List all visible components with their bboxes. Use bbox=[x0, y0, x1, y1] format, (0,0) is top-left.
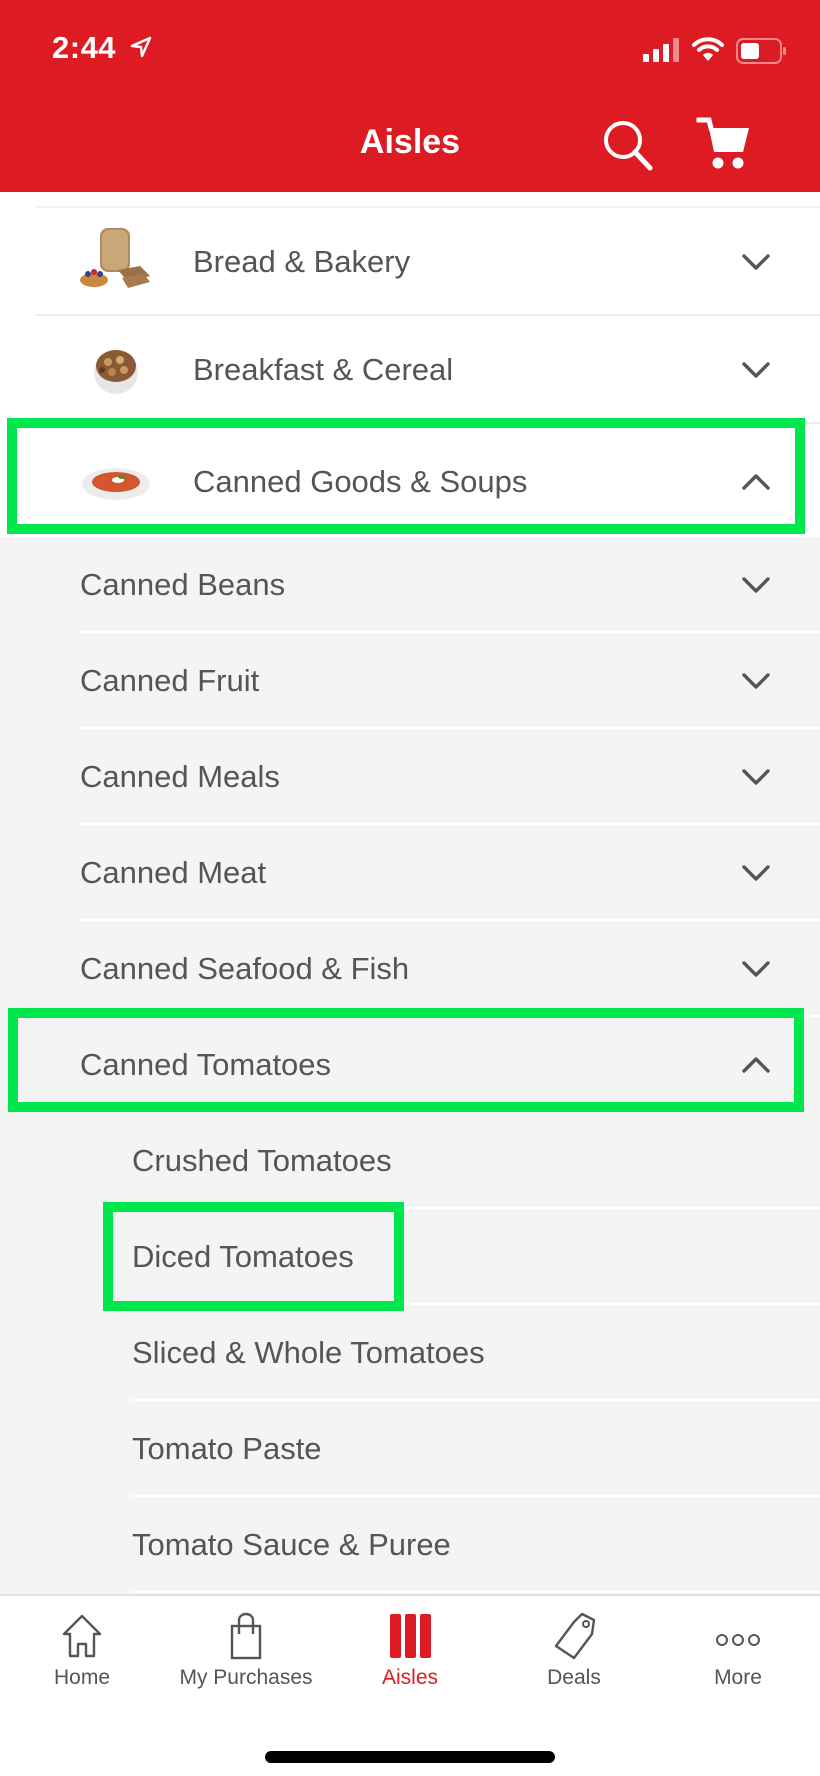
chevron-down-icon bbox=[742, 362, 770, 378]
subcategory-row[interactable]: Canned Seafood & Fish bbox=[0, 921, 820, 1017]
location-arrow-icon bbox=[130, 36, 152, 58]
category-label: Bread & Bakery bbox=[193, 244, 411, 279]
leaf-item[interactable]: Crushed Tomatoes bbox=[0, 1113, 820, 1209]
signal-icon bbox=[643, 38, 679, 62]
leaf-label: Tomato Sauce & Puree bbox=[132, 1527, 451, 1562]
search-icon bbox=[604, 121, 653, 171]
shopping-bag-icon bbox=[230, 1612, 262, 1660]
subcategory-row[interactable]: Canned Beans bbox=[0, 537, 820, 633]
wifi-icon bbox=[692, 37, 724, 61]
leaf-label: Sliced & Whole Tomatoes bbox=[132, 1335, 485, 1370]
subcategory-label: Canned Tomatoes bbox=[80, 1047, 332, 1082]
home-indicator[interactable] bbox=[265, 1751, 555, 1763]
category-label: Breakfast & Cereal bbox=[193, 352, 454, 387]
tab-deals[interactable]: Deals bbox=[492, 1610, 656, 1700]
tab-aisles[interactable]: Aisles bbox=[328, 1610, 492, 1700]
leaf-label: Diced Tomatoes bbox=[132, 1239, 354, 1274]
cereal-thumbnail bbox=[94, 350, 138, 394]
leaf-label: Tomato Paste bbox=[132, 1431, 322, 1466]
app-header: 2:44 Aisles bbox=[0, 0, 820, 192]
tab-label: Home bbox=[53, 1666, 111, 1689]
subcategory-row-expanded[interactable]: Canned Tomatoes bbox=[0, 1017, 820, 1113]
subcategory-row[interactable]: Canned Meat bbox=[0, 825, 820, 921]
subcategory-list: Canned Beans Canned Fruit Canned Meals C… bbox=[0, 537, 820, 1594]
category-row[interactable]: Breakfast & Cereal bbox=[0, 316, 820, 424]
chevron-up-icon bbox=[742, 474, 770, 490]
category-row[interactable]: Bread & Bakery bbox=[0, 208, 820, 316]
chevron-up-icon bbox=[742, 1057, 770, 1073]
divider bbox=[132, 1591, 820, 1593]
tab-label: Aisles bbox=[381, 1666, 439, 1689]
tab-bar: Home My Purchases Aisles Deals More bbox=[0, 1594, 820, 1776]
tab-label: My Purchases bbox=[179, 1666, 313, 1689]
battery-icon bbox=[736, 38, 786, 64]
tab-home[interactable]: Home bbox=[0, 1610, 164, 1700]
chevron-down-icon bbox=[742, 577, 770, 593]
chevron-down-icon bbox=[742, 673, 770, 689]
aisles-list[interactable]: Bread & Bakery Breakfast & Cereal Canned… bbox=[0, 192, 820, 1594]
chevron-down-icon bbox=[742, 254, 770, 270]
search-button[interactable] bbox=[600, 117, 656, 173]
subcategory-label: Canned Beans bbox=[80, 567, 286, 602]
subcategory-row[interactable]: Canned Fruit bbox=[0, 633, 820, 729]
soup-thumbnail bbox=[82, 468, 150, 500]
status-time: 2:44 bbox=[52, 30, 117, 65]
bread-thumbnail bbox=[80, 228, 150, 288]
subcategory-label: Canned Seafood & Fish bbox=[80, 951, 410, 986]
chevron-down-icon bbox=[742, 769, 770, 785]
tab-label: Deals bbox=[547, 1666, 601, 1689]
tab-label: More bbox=[714, 1666, 762, 1689]
leaf-label: Crushed Tomatoes bbox=[132, 1143, 392, 1178]
subcategory-label: Canned Meals bbox=[80, 759, 280, 794]
tag-icon bbox=[554, 1612, 596, 1660]
leaf-item[interactable]: Diced Tomatoes bbox=[0, 1209, 820, 1305]
chevron-down-icon bbox=[742, 865, 770, 881]
cart-icon bbox=[696, 117, 749, 169]
leaf-item[interactable]: Tomato Paste bbox=[0, 1401, 820, 1497]
category-label: Canned Goods & Soups bbox=[193, 464, 528, 499]
home-icon bbox=[62, 1614, 102, 1658]
tab-my-purchases[interactable]: My Purchases bbox=[164, 1610, 328, 1700]
category-row-expanded[interactable]: Canned Goods & Soups bbox=[0, 424, 820, 537]
chevron-down-icon bbox=[742, 961, 770, 977]
subcategory-row[interactable]: Canned Meals bbox=[0, 729, 820, 825]
more-dots-icon bbox=[716, 1634, 760, 1646]
aisles-icon bbox=[390, 1614, 431, 1658]
subcategory-label: Canned Meat bbox=[80, 855, 267, 890]
cart-button[interactable] bbox=[696, 115, 752, 171]
leaf-item[interactable]: Sliced & Whole Tomatoes bbox=[0, 1305, 820, 1401]
tab-more[interactable]: More bbox=[656, 1610, 820, 1700]
subcategory-label: Canned Fruit bbox=[80, 663, 260, 698]
leaf-item[interactable]: Tomato Sauce & Puree bbox=[0, 1497, 820, 1593]
